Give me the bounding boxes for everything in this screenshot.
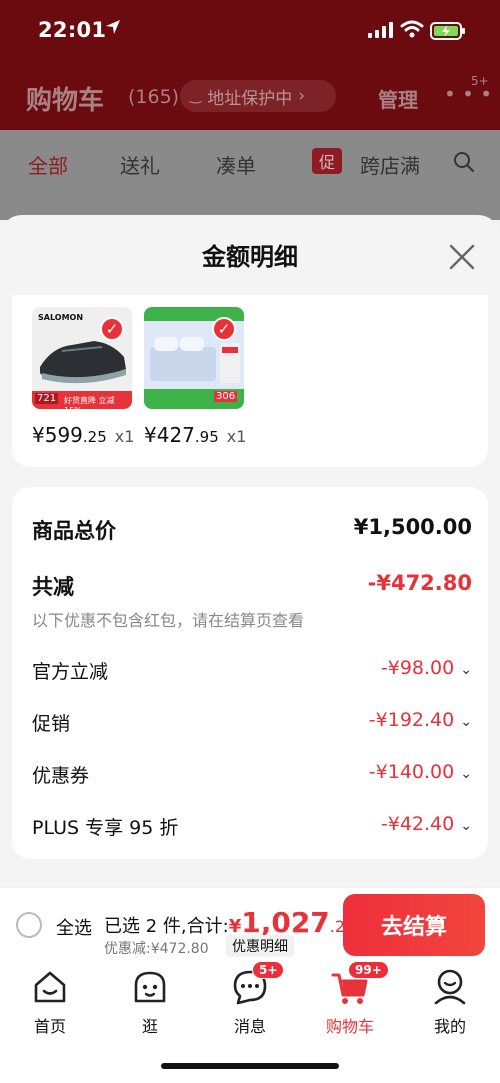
discount-item-label: 优惠券 [32,765,90,787]
total-price-label: 商品总价 [32,519,116,543]
tabbar-cart[interactable]: 99+ 购物车 [310,961,390,1037]
amount-detail-sheet: 金额明细 SALOMON 721 好货直降 立减15% ✓ [0,215,500,887]
discount-summary: 优惠减:¥472.80 [104,941,209,957]
tab-gift[interactable]: 送礼 [120,150,160,179]
search-icon[interactable] [452,150,476,178]
profile-icon [430,967,470,1007]
messages-badge: 5+ [252,961,285,979]
checkout-bar: 全选 已选 2 件,合计:¥1,027.20 优惠减:¥472.80 优惠明细 … [0,887,500,961]
address-protection-pill[interactable]: ‿ 地址保护中 › [180,80,336,112]
cart-count: (165) [128,86,180,108]
tabbar-label: 消息 [233,1017,266,1036]
chevron-down-icon: ⌄ [460,766,472,782]
select-all-checkbox[interactable] [16,912,42,938]
chevron-right-icon: › [298,86,306,106]
cart-header: 购物车 (165) ‿ 地址保护中 › 管理 • • • 5+ [0,74,500,120]
discount-item-value: -¥42.40 ⌄ [380,813,472,835]
more-badge: 5+ [471,74,489,88]
product-price-2: ¥427.95 x1 [144,423,246,447]
chevron-down-icon: ⌄ [460,818,472,834]
close-icon[interactable] [448,243,476,271]
smile-icon: ‿ [190,88,202,104]
tabbar-browse[interactable]: 逛 [110,967,190,1037]
price-decimal: .25 [82,428,107,446]
tabbar-label: 逛 [141,1017,158,1036]
status-time: 22:01 [38,18,107,42]
tabbar-messages[interactable]: 5+ 消息 [210,961,290,1037]
product-price-1: ¥599.25 x1 [32,423,134,447]
discount-item-label: 官方立减 [32,661,109,683]
selected-products-card: SALOMON 721 好货直降 立减15% ✓ 306 ✓ [12,295,488,467]
page-title: 购物车 [26,86,105,116]
tabbar-home[interactable]: 首页 [10,967,90,1037]
checked-icon: ✓ [100,317,124,341]
browse-face-icon [130,967,170,1007]
price-integer: ¥427 [144,423,195,447]
discount-item-value: -¥140.00 ⌄ [368,761,472,783]
tab-bundle[interactable]: 凑单 [216,150,256,179]
cart-icon: 99+ [330,961,389,1007]
select-all-label[interactable]: 全选 [56,914,92,940]
tabbar-label: 购物车 [325,1017,374,1036]
price-breakdown-card: 商品总价 ¥1,500.00 共减 -¥472.80 以下优惠不包含红包，请在结… [12,487,488,859]
total-discount-label: 共减 [32,575,74,599]
sheet-title: 金额明细 [202,243,298,271]
discount-note: 以下优惠不包含红包，请在结算页查看 [32,611,305,630]
location-arrow-icon [104,18,122,40]
chevron-down-icon: ⌄ [460,714,472,730]
product-quantity: x1 [114,427,135,446]
chevron-down-icon: ⌄ [460,662,472,678]
product-tag: 好货直降 立减15% [64,396,115,409]
price-decimal: .95 [194,428,219,446]
promo-badge: 促 [312,148,342,174]
product-tag-price: 721 [35,393,59,404]
tabbar-label: 首页 [33,1017,66,1036]
cart-badge: 99+ [348,961,389,979]
product-thumbnail-bedding[interactable]: 306 ✓ [144,307,244,409]
tab-cross-store[interactable]: 跨店满 [360,150,420,179]
tab-all[interactable]: 全部 [28,150,68,179]
total-discount-value: -¥472.80 [367,571,472,595]
checked-icon: ✓ [212,317,236,341]
total-price-value: ¥1,500.00 [353,515,472,539]
checkout-button[interactable]: 去结算 [343,894,485,956]
message-bubble-icon: 5+ [230,961,285,1007]
manage-button[interactable]: 管理 [378,84,418,113]
cellular-signal-icon [368,22,394,42]
discount-item-value: -¥98.00 ⌄ [380,657,472,679]
wifi-icon [400,20,424,42]
home-indicator [161,1063,339,1069]
discount-item-label: PLUS 专享 95 折 [32,817,179,839]
product-quantity: x1 [226,427,247,446]
discount-item-label: 促销 [32,713,71,735]
tabbar-profile[interactable]: 我的 [410,967,490,1037]
home-icon [30,967,70,1007]
address-pill-label: 地址保护中 [207,88,293,109]
price-integer: ¥599 [32,423,83,447]
total-currency: ¥ [228,916,242,937]
summary-prefix: 已选 2 件,合计: [104,916,229,937]
status-bar: 22:01 [0,16,500,50]
battery-charging-icon [430,22,466,44]
product-tag-price: 306 [214,391,238,402]
discount-detail-button[interactable]: 优惠明细 [226,935,294,957]
discount-item-value: -¥192.40 ⌄ [368,709,472,731]
product-thumbnail-shoe[interactable]: SALOMON 721 好货直降 立减15% ✓ [32,307,132,409]
tabbar-label: 我的 [433,1017,466,1036]
